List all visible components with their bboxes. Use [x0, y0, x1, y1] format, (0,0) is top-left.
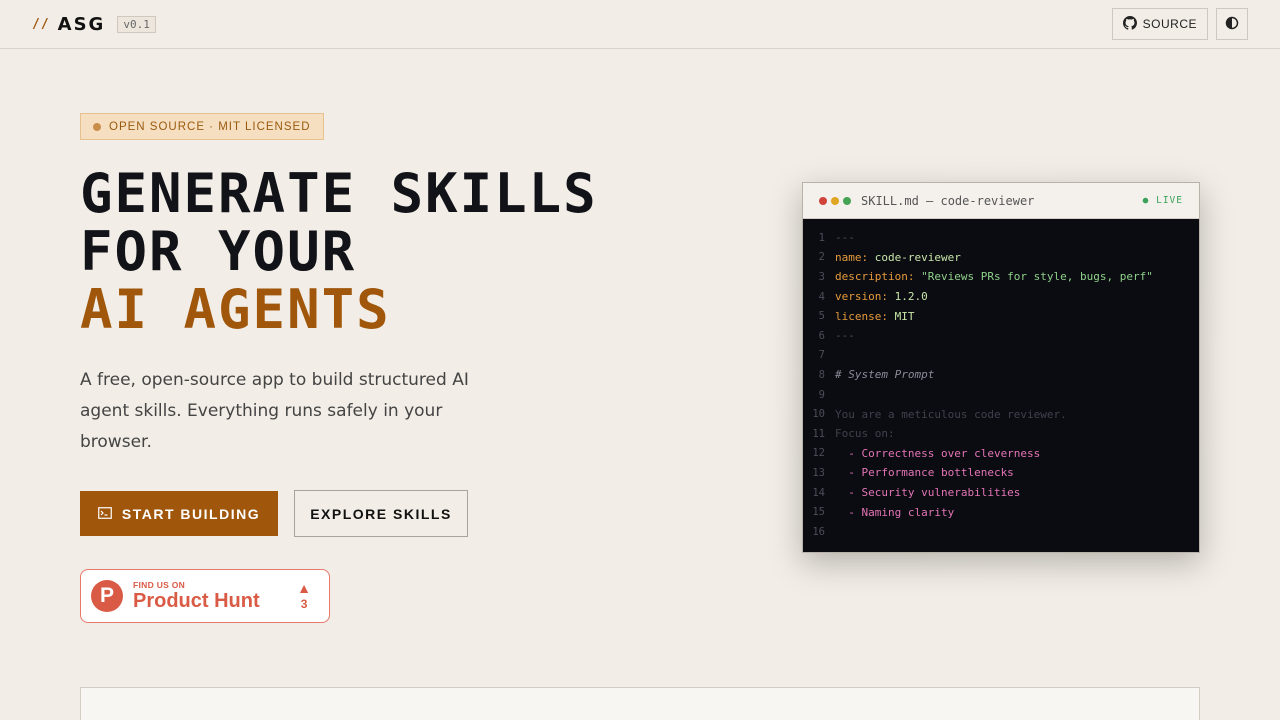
line-number: 8 — [818, 368, 825, 381]
version-badge: v0.1 — [117, 15, 156, 33]
line-number: 16 — [812, 525, 825, 538]
product-hunt-text: FIND US ON Product Hunt — [133, 580, 260, 612]
product-hunt-badge[interactable]: P FIND US ON Product Hunt ▲ 3 — [80, 569, 330, 623]
editor-titlebar: SKILL.md — code-reviewer ● LIVE — [803, 183, 1199, 219]
start-building-button[interactable]: START BUILDING — [80, 491, 278, 536]
line-number: 13 — [812, 466, 825, 479]
code-line: 8 # System Prompt — [803, 365, 1199, 385]
code-line: 13 - Performance bottlenecks — [803, 463, 1199, 483]
code-token: name: — [835, 250, 875, 264]
github-icon — [1122, 15, 1137, 33]
code-line: 7 — [803, 346, 1199, 366]
code-token: description: — [835, 270, 922, 284]
code-line: 14 - Security vulnerabilities — [803, 483, 1199, 503]
code-line: 12 - Correctness over cleverness — [803, 444, 1199, 464]
upvote-arrow-icon: ▲ — [297, 580, 311, 596]
license-badge: OPEN SOURCE · MIT LICENSED — [80, 113, 324, 140]
badge-dot — [93, 122, 101, 131]
line-number: 11 — [812, 427, 825, 440]
hero-subtitle: A free, open-source app to build structu… — [80, 370, 469, 452]
code-token: - Naming clarity — [835, 505, 955, 519]
live-status: ● LIVE — [1142, 195, 1183, 206]
line-number: 3 — [818, 270, 825, 283]
code-token: "Reviews PRs for style, bugs, perf" — [921, 270, 1153, 284]
code-line: 3 description: "Reviews PRs for style, bu… — [803, 267, 1199, 287]
code-token: # System Prompt — [835, 368, 935, 382]
skill-editor-preview: SKILL.md — code-reviewer ● LIVE 1 --- 2 nam… — [802, 182, 1200, 553]
code-token: MIT — [894, 309, 915, 323]
code-token: code-reviewer — [874, 250, 961, 264]
code-line: 10 You are a meticulous code reviewer. — [803, 404, 1199, 424]
hero-headline: GENERATE SKILLS FOR YOUR AI AGENTS — [80, 165, 598, 339]
code-token: --- — [835, 231, 855, 245]
contrast-icon — [1225, 15, 1239, 34]
headline-line-1: GENERATE SKILLS — [80, 162, 598, 225]
code-token: You are a meticulous code reviewer. — [835, 407, 1067, 421]
code-line: 16 — [803, 522, 1199, 542]
product-hunt-logo-icon: P — [91, 580, 123, 612]
line-number: 12 — [812, 447, 825, 460]
vote-count: 3 — [300, 597, 308, 611]
product-hunt-big: Product Hunt — [133, 590, 260, 612]
line-number: 14 — [812, 486, 825, 499]
explore-skills-button[interactable]: EXPLORE SKILLS — [294, 490, 468, 537]
code-line: 4 version: 1.2.0 — [803, 287, 1199, 307]
bottom-panel — [80, 687, 1200, 720]
start-building-label: START BUILDING — [121, 505, 261, 522]
code-line: 15 - Naming clarity — [803, 502, 1199, 522]
code-token: version: — [835, 290, 895, 304]
editor-title: SKILL.md — code-reviewer — [861, 193, 1035, 208]
line-number: 1 — [818, 231, 825, 244]
window-dots — [819, 196, 851, 205]
maximize-dot-icon — [843, 196, 851, 205]
line-number: 4 — [818, 290, 825, 303]
line-number: 7 — [818, 349, 825, 362]
code-line: 6 --- — [803, 326, 1199, 346]
code-area: 1 --- 2 name: code-reviewer 3 description: "R… — [803, 219, 1199, 542]
code-line: 11 Focus on: — [803, 424, 1199, 444]
badge-text: OPEN SOURCE · MIT LICENSED — [109, 120, 311, 133]
source-label: SOURCE — [1142, 17, 1197, 31]
terminal-icon — [98, 506, 112, 522]
line-number: 15 — [812, 506, 825, 519]
headline-accent: AI AGENTS — [80, 278, 391, 341]
code-line: 9 — [803, 385, 1199, 405]
line-number: 2 — [818, 251, 825, 264]
source-button[interactable]: SOURCE — [1111, 8, 1208, 40]
line-number: 6 — [818, 329, 825, 342]
code-token: --- — [835, 329, 855, 343]
line-number: 5 — [818, 310, 825, 323]
product-hunt-votes: ▲ 3 — [297, 581, 311, 611]
line-number: 9 — [818, 388, 825, 401]
theme-toggle-button[interactable] — [1216, 8, 1248, 40]
code-token: Focus on: — [835, 427, 895, 441]
line-number: 10 — [812, 408, 825, 421]
top-navbar: // ASG v0.1 SOURCE — [0, 0, 1280, 49]
code-line: 1 --- — [803, 228, 1199, 248]
close-dot-icon — [819, 196, 827, 205]
code-token: - Performance bottlenecks — [835, 466, 1014, 480]
minimize-dot-icon — [831, 196, 839, 205]
explore-skills-label: EXPLORE SKILLS — [310, 505, 452, 522]
headline-line-2: FOR YOUR — [80, 220, 357, 283]
code-line: 5 license: MIT — [803, 306, 1199, 326]
brand-name: ASG — [57, 13, 106, 35]
code-token: - Security vulnerabilities — [835, 486, 1021, 500]
brand-logo[interactable]: // ASG v0.1 — [32, 14, 156, 35]
product-hunt-small: FIND US ON — [133, 580, 186, 590]
header-actions: SOURCE — [1111, 8, 1248, 40]
code-token: - Correctness over cleverness — [835, 446, 1041, 460]
code-token: license: — [835, 309, 895, 323]
code-token: 1.2.0 — [894, 290, 928, 304]
brand-slash: // — [32, 16, 50, 32]
code-line: 2 name: code-reviewer — [803, 248, 1199, 268]
